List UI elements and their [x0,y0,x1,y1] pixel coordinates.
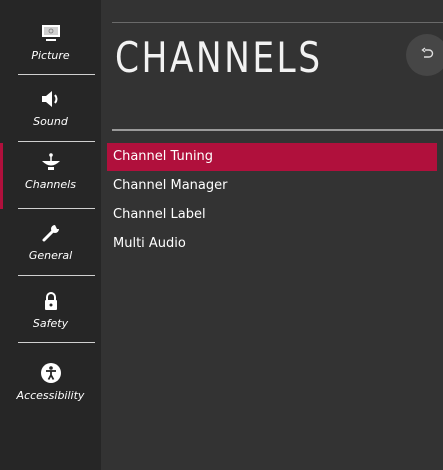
tv-settings-screen: Picture Sound Channels General Safety Ac… [0,0,443,470]
page-title: CHANNELS [115,33,323,82]
lock-icon [0,290,101,312]
sidebar-item-picture[interactable]: Picture [0,14,101,80]
sidebar-divider [18,342,95,343]
sidebar-item-safety[interactable]: Safety [0,282,101,348]
back-button[interactable] [406,34,443,76]
sidebar-item-general[interactable]: General [0,214,101,280]
sidebar-item-channels[interactable]: Channels [0,143,101,209]
channels-panel: CHANNELS Channel Tuning Channel Manager … [101,0,443,470]
sidebar-divider [18,208,95,209]
wrench-icon [0,222,101,244]
picture-icon [0,22,101,44]
sidebar-item-label: Picture [31,49,70,62]
accessibility-icon [0,362,101,384]
sidebar-divider [18,275,95,276]
sidebar-divider [18,141,95,142]
title-divider [112,129,443,131]
satellite-dish-icon [0,151,101,173]
sidebar-item-label: Channels [25,178,76,191]
menu-item-channel-label[interactable]: Channel Label [107,201,437,229]
speaker-icon [0,88,101,110]
back-icon [420,46,434,65]
sidebar-divider [18,74,95,75]
menu-item-channel-tuning[interactable]: Channel Tuning [107,143,437,171]
menu-item-multi-audio[interactable]: Multi Audio [107,230,437,258]
sidebar-item-label: Accessibility [16,389,85,402]
menu-item-channel-manager[interactable]: Channel Manager [107,172,437,200]
sidebar-item-label: General [28,249,73,262]
header-divider [112,22,443,23]
sidebar-item-accessibility[interactable]: Accessibility [0,354,101,420]
settings-sidebar: Picture Sound Channels General Safety Ac… [0,0,101,470]
sidebar-item-label: Sound [33,115,68,128]
sidebar-item-label: Safety [32,317,69,330]
sidebar-item-sound[interactable]: Sound [0,80,101,146]
